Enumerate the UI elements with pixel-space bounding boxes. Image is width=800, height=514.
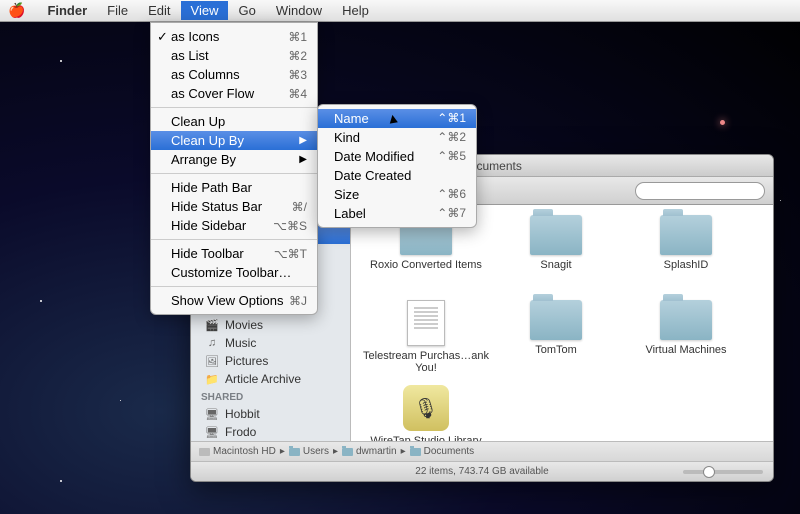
- sidebar-label: Music: [225, 336, 256, 350]
- folder-icon: [660, 300, 712, 340]
- disk-icon: [199, 448, 210, 456]
- file-label: TomTom: [535, 344, 577, 356]
- sidebar-item-frodo[interactable]: 🖥 Frodo: [191, 423, 350, 441]
- sidebar-label: Movies: [225, 318, 263, 332]
- menu-item-clean-up-by[interactable]: Clean Up By▶: [151, 131, 317, 150]
- menubar-window[interactable]: Window: [266, 1, 332, 20]
- folder-icon: [660, 215, 712, 255]
- search-input[interactable]: [635, 182, 765, 200]
- menu-item-as-icons[interactable]: ✓as Icons⌘1: [151, 27, 317, 46]
- path-segment[interactable]: dwmartin: [342, 446, 397, 457]
- file-item[interactable]: Virtual Machines: [621, 300, 751, 385]
- folder-icon: [410, 448, 421, 456]
- content-area[interactable]: Roxio Converted Items Snagit SplashID Teles…: [351, 205, 773, 441]
- view-menu-dropdown: ✓as Icons⌘1as List⌘2as Columns⌘3as Cover…: [150, 22, 318, 315]
- sidebar-item-music[interactable]: ♫ Music: [191, 334, 350, 352]
- sidebar-icon: ♫: [205, 336, 219, 350]
- menubar: 🍎 Finder File Edit View Go Window Help: [0, 0, 800, 22]
- folder-icon: [530, 300, 582, 340]
- submenu-item-date-created[interactable]: Date Created: [318, 166, 476, 185]
- menu-item-show-view-options[interactable]: Show View Options⌘J: [151, 291, 317, 310]
- submenu-item-name[interactable]: Name⌃⌘1: [318, 109, 476, 128]
- menubar-edit[interactable]: Edit: [138, 1, 180, 20]
- sidebar-icon: 📁: [205, 372, 219, 386]
- sidebar-label: Article Archive: [225, 372, 301, 386]
- cleanup-by-submenu: Name⌃⌘1Kind⌃⌘2Date Modified⌃⌘5Date Creat…: [317, 104, 477, 228]
- sidebar-item-hobbit[interactable]: 🖥 Hobbit: [191, 405, 350, 423]
- pathbar: Macintosh HD ▸ Users ▸ dwmartin ▸ Documents: [191, 441, 773, 461]
- file-label: Snagit: [540, 259, 571, 271]
- file-label: SplashID: [664, 259, 709, 271]
- menubar-file[interactable]: File: [97, 1, 138, 20]
- sidebar-item-pictures[interactable]: 🖼 Pictures: [191, 352, 350, 370]
- folder-icon: [342, 448, 353, 456]
- path-segment[interactable]: Users: [289, 446, 329, 457]
- icon-size-slider[interactable]: [683, 470, 763, 474]
- file-item[interactable]: SplashID: [621, 215, 751, 300]
- sidebar-item-movies[interactable]: 🎬 Movies: [191, 316, 350, 334]
- sidebar-shared-header: SHARED: [191, 388, 350, 405]
- submenu-item-label[interactable]: Label⌃⌘7: [318, 204, 476, 223]
- submenu-item-kind[interactable]: Kind⌃⌘2: [318, 128, 476, 147]
- file-item[interactable]: Snagit: [491, 215, 621, 300]
- path-separator-icon: ▸: [333, 446, 338, 457]
- status-text: 22 items, 743.74 GB available: [415, 466, 548, 477]
- sidebar-icon: 🖥: [205, 407, 219, 421]
- menu-item-hide-toolbar[interactable]: Hide Toolbar⌥⌘T: [151, 244, 317, 263]
- doc-icon: [407, 300, 445, 346]
- menu-item-hide-status-bar[interactable]: Hide Status Bar⌘/: [151, 197, 317, 216]
- menu-item-as-columns[interactable]: as Columns⌘3: [151, 65, 317, 84]
- menubar-view[interactable]: View: [181, 1, 229, 20]
- menu-item-clean-up[interactable]: Clean Up: [151, 112, 317, 131]
- apple-menu-icon[interactable]: 🍎: [8, 2, 25, 19]
- sidebar-label: Frodo: [225, 425, 256, 439]
- submenu-arrow-icon: ▶: [299, 135, 307, 146]
- statusbar: 22 items, 743.74 GB available: [191, 461, 773, 481]
- app-icon: 🎙: [403, 385, 449, 431]
- sidebar-icon: 🖼: [205, 354, 219, 368]
- menu-item-as-cover-flow[interactable]: as Cover Flow⌘4: [151, 84, 317, 103]
- submenu-item-date-modified[interactable]: Date Modified⌃⌘5: [318, 147, 476, 166]
- menubar-help[interactable]: Help: [332, 1, 379, 20]
- file-label: Telestream Purchas…ank You!: [361, 350, 491, 374]
- sidebar-item-article-archive[interactable]: 📁 Article Archive: [191, 370, 350, 388]
- file-label: Virtual Machines: [645, 344, 726, 356]
- folder-icon: [289, 448, 300, 456]
- file-item[interactable]: Telestream Purchas…ank You!: [361, 300, 491, 385]
- sidebar-icon: 🎬: [205, 318, 219, 332]
- file-item[interactable]: TomTom: [491, 300, 621, 385]
- file-label: Roxio Converted Items: [370, 259, 482, 271]
- menu-item-hide-sidebar[interactable]: Hide Sidebar⌥⌘S: [151, 216, 317, 235]
- menubar-app[interactable]: Finder: [37, 1, 97, 20]
- menu-item-as-list[interactable]: as List⌘2: [151, 46, 317, 65]
- menubar-go[interactable]: Go: [228, 1, 265, 20]
- path-segment[interactable]: Macintosh HD: [199, 446, 276, 457]
- path-segment[interactable]: Documents: [410, 446, 475, 457]
- path-separator-icon: ▸: [401, 446, 406, 457]
- menu-item-hide-path-bar[interactable]: Hide Path Bar: [151, 178, 317, 197]
- submenu-arrow-icon: ▶: [299, 154, 307, 165]
- path-separator-icon: ▸: [280, 446, 285, 457]
- file-item[interactable]: 🎙WireTap Studio Library: [361, 385, 491, 441]
- submenu-item-size[interactable]: Size⌃⌘6: [318, 185, 476, 204]
- sidebar-label: Pictures: [225, 354, 268, 368]
- folder-icon: [530, 215, 582, 255]
- sidebar-icon: 🖥: [205, 425, 219, 439]
- sidebar-label: Hobbit: [225, 407, 260, 421]
- menu-item-arrange-by[interactable]: Arrange By▶: [151, 150, 317, 169]
- menu-item-customize-toolbar-[interactable]: Customize Toolbar…: [151, 263, 317, 282]
